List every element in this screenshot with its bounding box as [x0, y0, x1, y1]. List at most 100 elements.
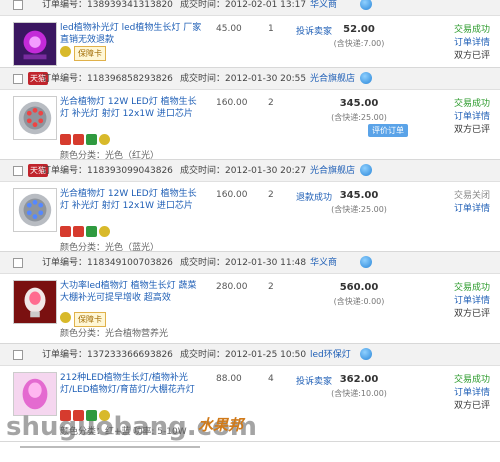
order-1: 订单编号：138939341313820 成交时间：2012-02-01 13:1… — [0, 0, 500, 68]
quantity: 2 — [268, 98, 274, 108]
gold-icon — [99, 226, 110, 237]
order-header: 天猫 订单编号：118396858293826 成交时间：2012-01-30 20… — [0, 68, 500, 90]
service-icons — [60, 46, 71, 57]
shipping-fee: (含快递:25.00) — [331, 205, 387, 214]
product-thumbnail[interactable] — [13, 280, 57, 324]
order-header: 订单编号：137233366693826 成交时间：2012-01-25 10:5… — [0, 344, 500, 366]
chat-icon[interactable] — [360, 0, 372, 10]
order-header: 订单编号：138939341313820 成交时间：2012-02-01 13:1… — [0, 0, 500, 16]
order-checkbox[interactable] — [13, 258, 23, 268]
unit-price: 160.00 — [216, 190, 248, 200]
shop-link[interactable]: 光合旗舰店 — [310, 166, 355, 177]
watermark-brand: 水果邦 — [198, 416, 244, 434]
order-total: 345.00 — [339, 190, 379, 201]
product-thumbnail[interactable] — [13, 22, 57, 66]
service-icons — [60, 134, 110, 145]
shop-link[interactable]: 华义商 — [310, 258, 337, 269]
invoice-icon — [86, 226, 97, 237]
guarantee-icon — [60, 312, 71, 323]
product-thumbnail[interactable] — [13, 372, 57, 416]
order-detail-link[interactable]: 订单详情 — [444, 37, 500, 50]
review-status: 双方已评 — [453, 401, 490, 411]
product-title-link[interactable]: 大功率led植物灯 植物生长灯 蔬菜大棚补光可提早增收 超高效 — [60, 280, 202, 304]
shipping-fee: (含快递:25.00) — [331, 113, 387, 122]
product-thumbnail[interactable] — [13, 188, 57, 232]
quantity: 1 — [268, 24, 274, 34]
order-2: 天猫 订单编号：118396858293826 成交时间：2012-01-30 20… — [0, 68, 500, 161]
order-time: 成交时间：2012-01-30 11:48 — [180, 258, 307, 268]
product-thumbnail[interactable] — [13, 96, 57, 140]
review-status: 双方已评 — [453, 51, 490, 61]
shipping-fee: (含快递:0.00) — [333, 297, 385, 306]
order-status-column: 交易关闭 订单详情 — [444, 190, 500, 216]
order-detail-link[interactable]: 订单详情 — [444, 387, 500, 400]
product-title-link[interactable]: 212种LED植物生长灯/植物补光灯/LED植物灯/育苗灯/大棚花卉灯 — [60, 372, 202, 396]
order-status-column: 交易成功订单详情 双方已评 — [444, 282, 500, 321]
watermark-underline — [20, 446, 200, 448]
chat-icon[interactable] — [360, 164, 372, 176]
after-sale-link[interactable]: 投诉卖家 — [296, 374, 332, 387]
order-status-column: 交易成功订单详情 双方已评 — [444, 374, 500, 413]
unit-price: 45.00 — [216, 24, 242, 34]
order-body: led植物补光灯 led植物生长灯 厂家直销无效退款 保障卡 45.00 1 投诉卖家 5… — [0, 16, 500, 68]
product-attribute: 颜色分类：光合植物营养光 — [60, 329, 169, 339]
tmall-guarantee-icon — [73, 226, 84, 237]
invoice-icon — [86, 134, 97, 145]
quantity: 2 — [268, 190, 274, 200]
chat-icon[interactable] — [360, 348, 372, 360]
trade-status: 交易成功 — [453, 25, 490, 35]
chat-icon[interactable] — [360, 256, 372, 268]
order-list: 订单编号：138939341313820 成交时间：2012-02-01 13:1… — [0, 0, 500, 442]
order-body: 光合植物灯 12W LED灯 植物生长灯 补光灯 射灯 12x1W 进口芯片 颜色… — [0, 90, 500, 161]
gold-icon — [99, 134, 110, 145]
after-sale-link[interactable]: 退款成功 — [296, 190, 332, 203]
product-title-link[interactable]: 光合植物灯 12W LED灯 植物生长灯 补光灯 射灯 12x1W 进口芯片 — [60, 96, 202, 120]
review-status: 双方已评 — [453, 125, 490, 135]
unit-price: 280.00 — [216, 282, 248, 292]
product-title-link[interactable]: led植物补光灯 led植物生长灯 厂家直销无效退款 — [60, 22, 202, 46]
order-number: 订单编号：138939341313820 — [42, 0, 173, 10]
order-checkbox[interactable] — [13, 350, 23, 360]
after-sale-link[interactable]: 投诉卖家 — [296, 24, 332, 37]
order-header: 天猫 订单编号：118393099043826 成交时间：2012-01-30 20… — [0, 160, 500, 182]
trade-status: 交易成功 — [453, 283, 490, 293]
review-status: 双方已评 — [453, 309, 490, 319]
order-number: 订单编号：118349100703826 — [42, 258, 173, 268]
order-time: 成交时间：2012-02-01 13:17 — [180, 0, 307, 10]
unit-price: 88.00 — [216, 374, 242, 384]
trade-status: 交易关闭 — [453, 191, 490, 201]
shop-link[interactable]: 光合旗舰店 — [310, 74, 355, 85]
order-number: 订单编号：118393099043826 — [42, 166, 173, 176]
shop-link[interactable]: 华义商 — [310, 0, 337, 11]
guarantee-tag: 保障卡 — [74, 312, 106, 327]
trade-status: 交易成功 — [453, 375, 490, 385]
order-detail-link[interactable]: 订单详情 — [444, 203, 500, 216]
trade-status: 交易成功 — [453, 99, 490, 109]
gift-icon — [60, 134, 71, 145]
order-time: 成交时间：2012-01-25 10:50 — [180, 350, 307, 360]
order-checkbox[interactable] — [13, 0, 23, 10]
order-detail-link[interactable]: 订单详情 — [444, 295, 500, 308]
order-body: 大功率led植物灯 植物生长灯 蔬菜大棚补光可提早增收 超高效保障卡颜色分类：光… — [0, 274, 500, 344]
tmall-guarantee-icon — [73, 134, 84, 145]
unit-price: 160.00 — [216, 98, 248, 108]
shop-link[interactable]: led环保灯 — [310, 350, 351, 361]
order-time: 成交时间：2012-01-30 20:55 — [180, 74, 307, 84]
quantity: 4 — [268, 374, 274, 384]
shipping-fee: (含快递:10.00) — [331, 389, 387, 398]
quantity: 2 — [268, 282, 274, 292]
order-header: 订单编号：118349100703826 成交时间：2012-01-30 11:4… — [0, 252, 500, 274]
order-number: 订单编号：137233366693826 — [42, 350, 173, 360]
chat-icon[interactable] — [360, 72, 372, 84]
order-checkbox[interactable] — [13, 74, 23, 84]
service-icons — [60, 312, 71, 323]
order-total: 560.00 — [339, 282, 379, 293]
order-checkbox[interactable] — [13, 166, 23, 176]
product-title-link[interactable]: 光合植物灯 12W LED灯 植物生长灯 补光灯 射灯 12x1W 进口芯片 — [60, 188, 202, 212]
guarantee-tag: 保障卡 — [74, 46, 106, 61]
guarantee-icon — [60, 46, 71, 57]
order-detail-link[interactable]: 订单详情 — [444, 111, 500, 124]
order-total: 345.00 — [339, 98, 379, 109]
rate-order-button[interactable]: 评价订单 — [368, 124, 408, 137]
order-status-column: 交易成功订单详情 双方已评 — [444, 24, 500, 63]
